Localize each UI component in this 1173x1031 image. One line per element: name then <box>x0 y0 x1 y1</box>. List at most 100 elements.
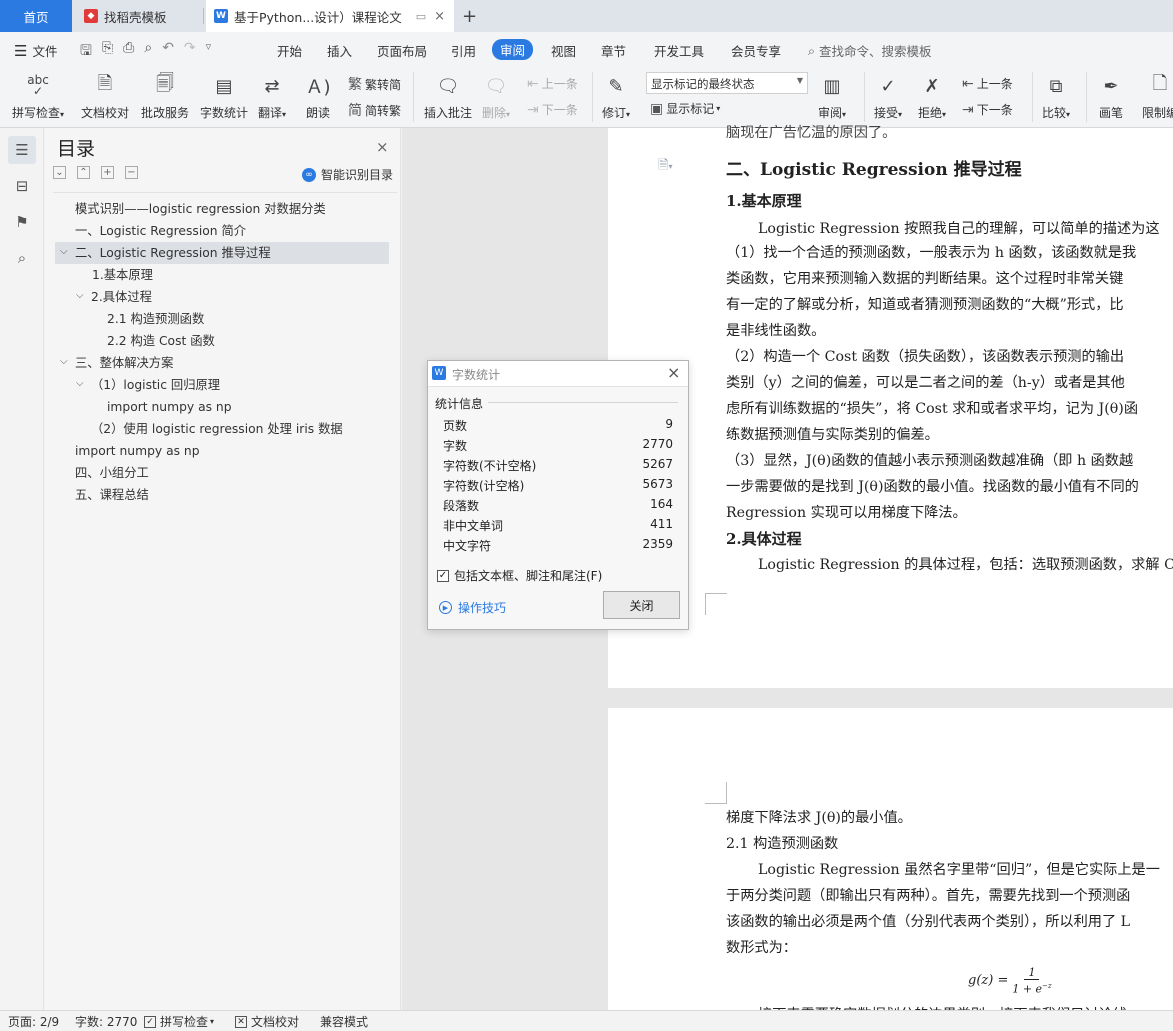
save-icon[interactable]: 🖫 <box>80 40 92 64</box>
expand-level-icon[interactable]: + <box>101 166 114 179</box>
print-preview-icon[interactable]: ⌕ <box>144 40 152 64</box>
file-menu[interactable]: ☰ 文件 <box>14 41 57 60</box>
toc-item[interactable]: 模式识别——logistic regression 对数据分类 <box>75 198 326 220</box>
export-icon[interactable]: ⎘ <box>102 40 113 64</box>
dialog-titlebar[interactable]: W 字数统计 × <box>428 361 688 387</box>
read-aloud-label: 朗读 <box>305 106 330 120</box>
convert-icon: 简 <box>348 103 362 119</box>
insert-comment-button[interactable]: 🗨 插入批注 <box>424 72 472 121</box>
toc-item[interactable]: 三、整体解决方案 <box>75 352 173 374</box>
smart-toc-button[interactable]: ∞ 智能识别目录 <box>302 166 393 183</box>
menu-start[interactable]: 开始 <box>277 41 302 60</box>
menu-references[interactable]: 引用 <box>451 41 476 60</box>
batch-service-button[interactable]: 🗐 批改服务 <box>141 72 189 121</box>
stat-label: 字符数(计空格) <box>443 479 525 493</box>
pen-button[interactable]: ✒ 画笔 <box>1097 72 1125 121</box>
paragraph-option-icon[interactable]: 🗎▾ <box>658 156 672 178</box>
doc-check-button[interactable]: 🗎 文档校对 <box>81 72 129 121</box>
dialog-close-icon[interactable]: × <box>667 363 680 382</box>
toc-item[interactable]: 2.1 构造预测函数 <box>107 308 204 330</box>
word-count-button[interactable]: ▤ 字数统计 <box>200 72 248 121</box>
menu-view[interactable]: 视图 <box>551 41 576 60</box>
review-ribbon: abc ✓ 拼写检查▾ 🗎 文档校对 🗐 批改服务 ▤ 字数统计 ⇄ 翻译▾ Ａ)… <box>0 66 1173 128</box>
show-markup-button[interactable]: ▣ 显示标记 ▾ <box>650 100 720 117</box>
chevron-down-icon[interactable]: ⌵ <box>76 378 84 389</box>
toc-item[interactable]: 1.基本原理 <box>92 264 153 286</box>
next-change-button[interactable]: ⇥ 下一条 <box>962 101 1013 118</box>
undo-icon[interactable]: ↶ <box>162 40 174 64</box>
search-icon: ⌕ <box>808 42 816 58</box>
menu-insert[interactable]: 插入 <box>327 41 352 60</box>
revise-button[interactable]: ✎ 修订▾ <box>602 72 630 121</box>
word-count-indicator[interactable]: 字数: 2770 <box>75 1013 137 1030</box>
stat-row: 字符数(不计空格) 5267 <box>443 457 673 474</box>
delete-comment-button[interactable]: 🗨 删除▾ <box>482 72 510 121</box>
tab-close-icon[interactable]: × <box>434 9 445 24</box>
menu-developer[interactable]: 开发工具 <box>654 41 704 60</box>
markup-mode-select[interactable]: 显示标记的最终状态 ▼ <box>646 72 808 94</box>
to-simplified-button[interactable]: 简简转繁 <box>348 100 401 120</box>
prev-change-button[interactable]: ⇤ 上一条 <box>962 75 1013 92</box>
tab-home[interactable]: 首页 <box>0 0 72 32</box>
customize-icon[interactable]: ▿ <box>206 40 212 64</box>
page-indicator[interactable]: 页面: 2/9 <box>8 1013 59 1030</box>
spellcheck-status[interactable]: ✓ 拼写检查 ▾ <box>144 1013 214 1030</box>
include-footnotes-checkbox[interactable]: ✓ 包括文本框、脚注和尾注(F) <box>437 567 602 584</box>
toc-item[interactable]: （2）使用 logistic regression 处理 iris 数据 <box>91 418 343 440</box>
menu-chapter[interactable]: 章节 <box>601 41 626 60</box>
accept-button[interactable]: ✓ 接受▾ <box>874 72 902 121</box>
chevron-down-icon[interactable]: ⌵ <box>76 290 84 301</box>
doc-text-line: 脑现在广告忆温的原因了。 <box>726 125 897 141</box>
toc-item[interactable]: 2.2 构造 Cost 函数 <box>107 330 215 352</box>
new-tab-icon: + <box>462 5 478 27</box>
redo-icon[interactable]: ↷ <box>184 40 196 64</box>
toc-item[interactable]: import numpy as np <box>75 440 200 462</box>
tab-float-icon[interactable]: ▭ <box>416 10 426 23</box>
toc-close-icon[interactable]: × <box>376 138 389 156</box>
toc-divider <box>53 192 397 193</box>
restrict-edit-button[interactable]: 🗋 限制编 <box>1142 72 1173 121</box>
close-button[interactable]: 关闭 <box>603 591 680 619</box>
to-traditional-button[interactable]: 繁繁转简 <box>348 74 401 94</box>
find-icon[interactable]: ⌕ <box>8 244 36 272</box>
prev-comment-button[interactable]: ⇤ 上一条 <box>527 75 578 92</box>
formula-lhs: g(z) = <box>968 973 1009 989</box>
toc-item[interactable]: import numpy as np <box>107 396 232 418</box>
print-icon[interactable]: ⎙ <box>123 40 134 64</box>
tips-link[interactable]: ▶ 操作技巧 <box>439 599 506 616</box>
translate-button[interactable]: ⇄ 翻译▾ <box>258 72 286 121</box>
spellcheck-button[interactable]: abc ✓ 拼写检查▾ <box>12 72 64 121</box>
menu-review[interactable]: 审阅 <box>492 39 534 60</box>
read-aloud-button[interactable]: Ａ) 朗读 <box>304 72 332 121</box>
delete-comment-label: 删除 <box>482 106 507 120</box>
expand-all-icon[interactable]: ⌃ <box>77 166 90 179</box>
command-search-label: 查找命令、搜索模板 <box>819 44 932 59</box>
toc-item[interactable]: （1）logistic 回归原理 <box>91 374 220 396</box>
toc-pane-icon[interactable]: ☰ <box>8 136 36 164</box>
ribbon-divider <box>1086 72 1087 122</box>
reject-button[interactable]: ✗ 拒绝▾ <box>918 72 946 121</box>
next-comment-button[interactable]: ⇥ 下一条 <box>527 101 578 118</box>
chevron-down-icon[interactable]: ⌵ <box>60 246 68 257</box>
command-search[interactable]: ⌕ 查找命令、搜索模板 <box>808 41 932 60</box>
toc-item[interactable]: 2.具体过程 <box>91 286 152 308</box>
tab-document[interactable]: W 基于Python...设计）课程论文 ▭ × <box>206 0 454 32</box>
toc-item[interactable]: 四、小组分工 <box>75 462 149 484</box>
menu-member[interactable]: 会员专享 <box>731 41 781 60</box>
collapse-level-icon[interactable]: − <box>125 166 138 179</box>
formula-numerator: 1 <box>1024 966 1040 980</box>
toc-item[interactable]: 一、Logistic Regression 简介 <box>75 220 246 242</box>
collapse-all-icon[interactable]: ⌄ <box>53 166 66 179</box>
toc-item[interactable]: 五、课程总结 <box>75 484 149 506</box>
bookmark-icon[interactable]: ⚑ <box>8 208 36 236</box>
doccheck-status[interactable]: ✕ 文档校对 <box>235 1013 299 1030</box>
menu-layout[interactable]: 页面布局 <box>377 41 427 60</box>
chevron-down-icon[interactable]: ⌵ <box>60 356 68 367</box>
chapter-nav-icon[interactable]: ⊟ <box>8 172 36 200</box>
word-count-dialog: W 字数统计 × 统计信息 页数 9 字数 2770 字符数(不计空格) 5267 字符数(… <box>427 360 689 630</box>
review-pane-button[interactable]: ▥ 审阅▾ <box>818 72 846 121</box>
toc-item[interactable]: 二、Logistic Regression 推导过程 <box>75 242 271 264</box>
compare-button[interactable]: ⧉ 比较▾ <box>1042 72 1070 121</box>
tab-template[interactable]: ◆ 找稻壳模板 <box>84 0 167 32</box>
new-tab-button[interactable]: + <box>462 0 477 32</box>
